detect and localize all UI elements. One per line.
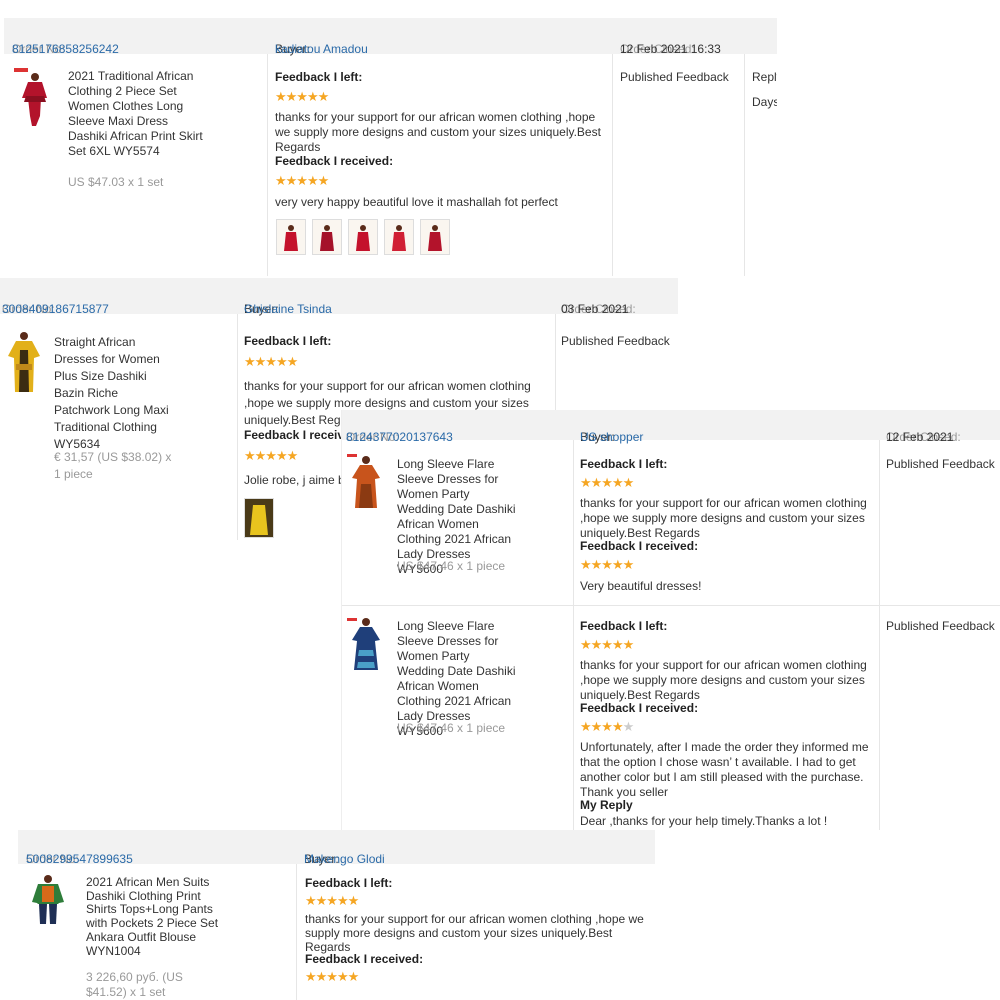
product-price: US $47.46 x 1 piece <box>397 559 506 573</box>
review-photo[interactable] <box>384 219 414 255</box>
review-photo[interactable] <box>420 219 450 255</box>
reply-link[interactable]: Reply <box>752 70 777 85</box>
feedback-left-label: Feedback I left: <box>580 457 668 471</box>
reply-days: Days <box>752 95 777 109</box>
review-photo[interactable] <box>348 219 378 255</box>
review-photo[interactable] <box>244 498 274 538</box>
feedback-left-stars: ★★★★★ <box>580 637 634 652</box>
divider <box>237 314 238 540</box>
feedback-left-text: thanks for your support for our african … <box>580 658 867 702</box>
divider <box>744 54 745 276</box>
order-no-link[interactable]: 5008299547899635 <box>26 852 133 866</box>
divider <box>342 605 1000 606</box>
order-card-1: Order No: 8125176858256242 Buyer: kadiat… <box>4 18 777 276</box>
product-price: 3 226,60 руб. (US $41.52) x 1 set <box>86 970 183 999</box>
product-title[interactable]: 2021 Traditional African Clothing 2 Piec… <box>68 69 208 159</box>
product-image[interactable] <box>347 616 383 672</box>
product-image[interactable] <box>26 874 70 926</box>
product-image[interactable] <box>347 454 383 510</box>
product-price: US $47.03 x 1 set <box>68 175 164 189</box>
product-price: € 31,57 (US $38.02) x 1 piece <box>54 450 172 481</box>
feedback-received-text: Very beautiful dresses! <box>580 579 702 593</box>
buyer-link[interactable]: kadiatou Amadou <box>275 42 368 56</box>
order-header: Order No: 3008409186715877 Buyer: Ghisla… <box>0 278 678 316</box>
order-header: Order No: 8124377020137643 Buyer: US sho… <box>342 410 1000 444</box>
product-title[interactable]: Straight African Dresses for Women Plus … <box>54 334 174 453</box>
product-image[interactable] <box>14 68 54 128</box>
buyer-link[interactable]: US shopper <box>580 430 643 444</box>
feedback-received-text: Unfortunately, after I made the order th… <box>580 740 869 799</box>
feedback-received-stars: ★★★★★ <box>305 969 359 984</box>
divider <box>573 440 574 830</box>
feedback-status: Published Feedback <box>886 457 995 471</box>
feedback-received-stars: ★★★★★ <box>275 173 329 188</box>
divider <box>879 440 880 830</box>
feedback-received-stars: ★★★★★ <box>580 719 634 734</box>
feedback-left-text: thanks for your support for our african … <box>275 110 601 154</box>
feedback-left-stars: ★★★★★ <box>244 354 298 369</box>
closed-date: 12 Feb 2021 16:33 <box>620 42 721 56</box>
order-card-3: Order No: 8124377020137643 Buyer: US sho… <box>341 410 1000 830</box>
review-photo[interactable] <box>276 219 306 255</box>
order-no-link[interactable]: 8125176858256242 <box>12 42 119 56</box>
feedback-left-label: Feedback I left: <box>244 334 332 348</box>
feedback-received-stars: ★★★★★ <box>580 557 634 572</box>
feedback-received-label: Feedback I received: <box>580 539 699 553</box>
order-no-link[interactable]: 8124377020137643 <box>346 430 453 444</box>
product-price: US $47.46 x 1 piece <box>397 721 506 735</box>
review-photo[interactable] <box>312 219 342 255</box>
feedback-left-label: Feedback I left: <box>580 619 668 633</box>
feedback-left-stars: ★★★★★ <box>580 475 634 490</box>
feedback-received-text: very very happy beautiful love it mashal… <box>275 195 558 209</box>
divider <box>612 54 613 276</box>
order-header: Order No: 8125176858256242 Buyer: kadiat… <box>4 18 777 56</box>
feedback-left-stars: ★★★★★ <box>305 893 359 908</box>
feedback-left-label: Feedback I left: <box>275 70 363 84</box>
feedback-left-label: Feedback I left: <box>305 876 393 890</box>
feedback-status: Published Feedback <box>886 619 995 633</box>
feedback-left-text: thanks for your support for our african … <box>580 496 867 540</box>
buyer-link[interactable]: Makengo Glodi <box>304 852 385 866</box>
order-card-4: Order No: 5008299547899635 Buyer: Makeng… <box>18 830 655 1000</box>
my-reply-text: Dear ,thanks for your help timely.Thanks… <box>580 814 828 828</box>
feedback-received-label: Feedback I received: <box>275 154 394 168</box>
feedback-status: Published Feedback <box>561 334 670 348</box>
order-no-link[interactable]: 3008409186715877 <box>2 302 109 316</box>
feedback-left-text: thanks for your support for our african … <box>305 912 644 954</box>
my-reply-label: My Reply <box>580 798 633 812</box>
product-title[interactable]: 2021 African Men Suits Dashiki Clothing … <box>86 875 221 958</box>
divider <box>296 864 297 1000</box>
feedback-received-label: Feedback I received: <box>580 701 699 715</box>
feedback-received-stars: ★★★★★ <box>244 448 298 463</box>
order-header: Order No: 5008299547899635 Buyer: Makeng… <box>18 830 655 866</box>
closed-date: 03 Feb 2021 <box>561 302 629 316</box>
feedback-received-label: Feedback I received: <box>305 952 424 966</box>
closed-date: 12 Feb 2021 <box>886 430 954 444</box>
buyer-link[interactable]: Ghislaine Tsinda <box>244 302 332 316</box>
product-image[interactable] <box>4 330 44 394</box>
feedback-left-stars: ★★★★★ <box>275 89 329 104</box>
feedback-status: Published Feedback <box>620 70 729 84</box>
divider <box>267 54 268 276</box>
